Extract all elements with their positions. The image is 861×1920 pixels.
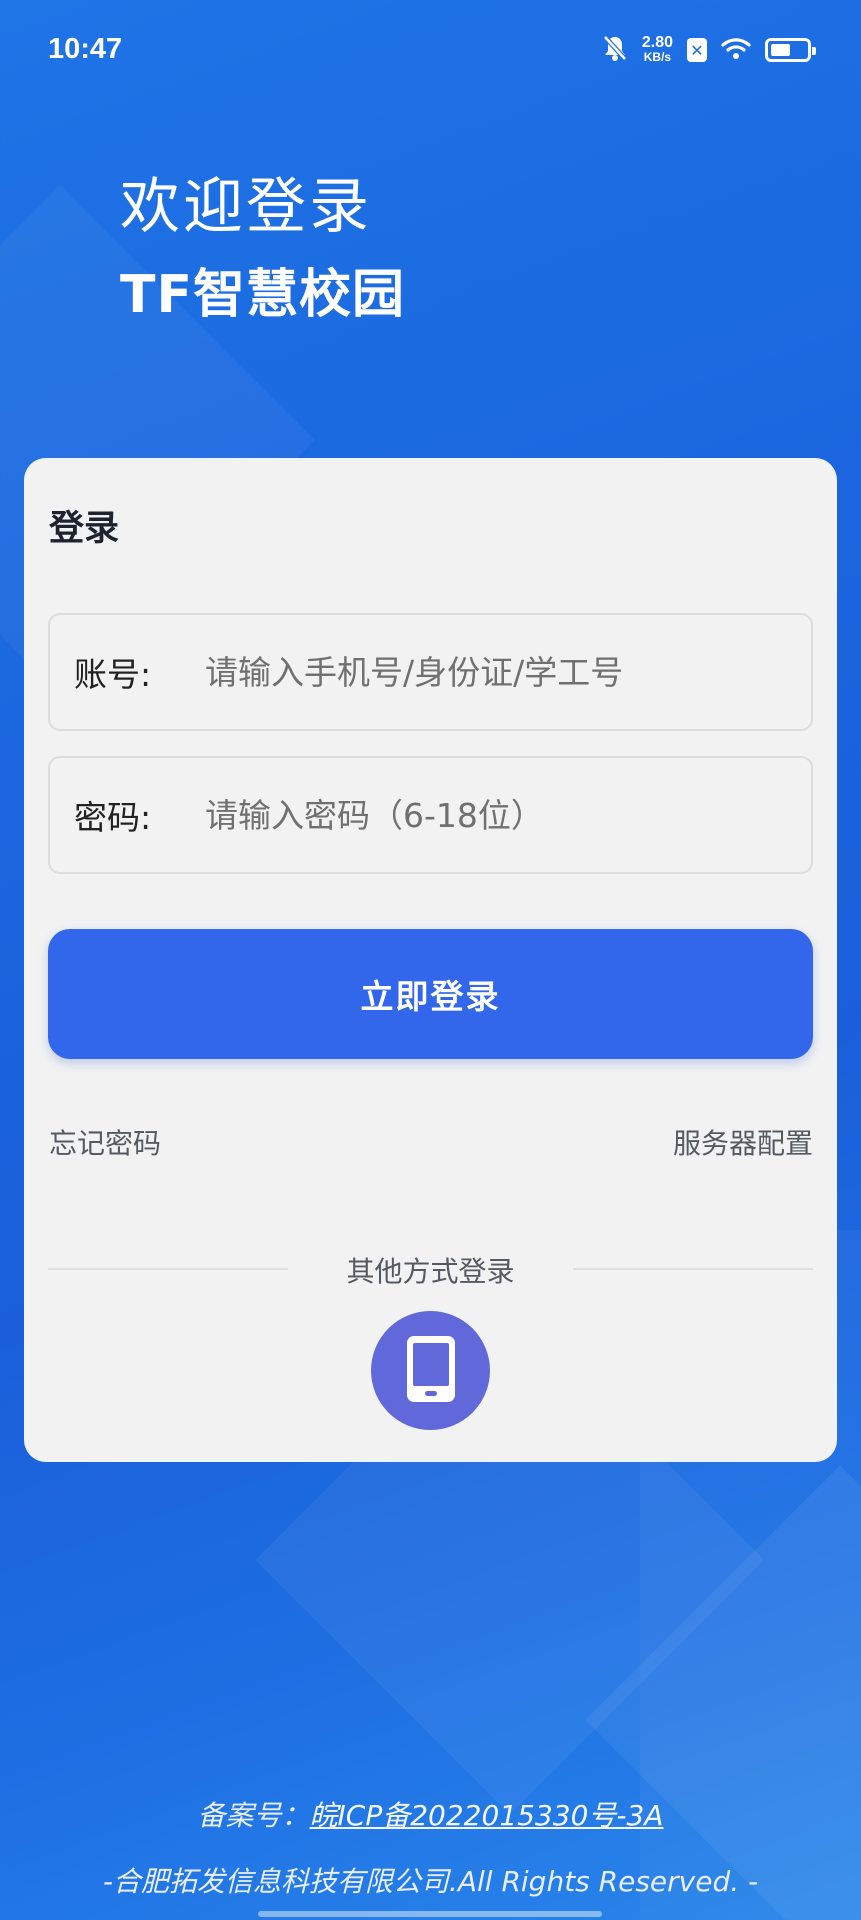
icp-link[interactable]: 皖ICP备2022015330号-3A bbox=[310, 1799, 664, 1832]
phone-login-button[interactable] bbox=[371, 1311, 490, 1430]
forgot-password-link[interactable]: 忘记密码 bbox=[49, 1122, 161, 1162]
password-label: 密码: bbox=[74, 798, 152, 837]
network-speed: 2.80 KB/s bbox=[641, 34, 673, 65]
other-login-divider: 其他方式登录 bbox=[48, 1248, 813, 1288]
icp-prefix: 备案号： bbox=[197, 1799, 310, 1832]
status-bar: 10:47 2.80 KB/s ✕ bbox=[0, 0, 861, 100]
mute-bell-icon bbox=[602, 34, 628, 66]
password-input[interactable] bbox=[205, 758, 811, 872]
status-icons: 2.80 KB/s ✕ bbox=[602, 34, 816, 66]
account-label: 账号: bbox=[74, 655, 152, 694]
battery-fill bbox=[771, 44, 790, 56]
login-card: 登录 账号: 密码: 立即登录 忘记密码 服务器配置 其他方式登录 bbox=[24, 458, 837, 1462]
footer-copyright: -合肥拓发信息科技有限公司.All Rights Reserved. - bbox=[102, 1865, 759, 1898]
wifi-icon bbox=[721, 36, 751, 64]
network-speed-unit: KB/s bbox=[643, 50, 672, 64]
password-field[interactable]: 密码: bbox=[48, 756, 813, 874]
welcome-title: 欢迎登录 bbox=[120, 172, 372, 242]
account-field[interactable]: 账号: bbox=[48, 613, 813, 731]
login-button[interactable]: 立即登录 bbox=[48, 929, 813, 1059]
app-name: TF智慧校园 bbox=[120, 265, 405, 325]
home-indicator[interactable] bbox=[258, 1911, 602, 1917]
divider-line-right bbox=[573, 1268, 813, 1270]
card-title: 登录 bbox=[49, 509, 120, 549]
footer-icp: 备案号：皖ICP备2022015330号-3A bbox=[0, 1794, 861, 1834]
sim-x-icon: ✕ bbox=[687, 38, 707, 62]
network-speed-value: 2.80 bbox=[641, 34, 673, 51]
other-login-label: 其他方式登录 bbox=[346, 1255, 515, 1288]
status-time: 10:47 bbox=[48, 33, 123, 65]
battery-tip bbox=[812, 47, 816, 55]
server-config-link[interactable]: 服务器配置 bbox=[673, 1122, 813, 1162]
battery-icon bbox=[765, 38, 816, 62]
account-input[interactable] bbox=[205, 615, 811, 729]
mobile-phone-icon bbox=[405, 1334, 457, 1408]
